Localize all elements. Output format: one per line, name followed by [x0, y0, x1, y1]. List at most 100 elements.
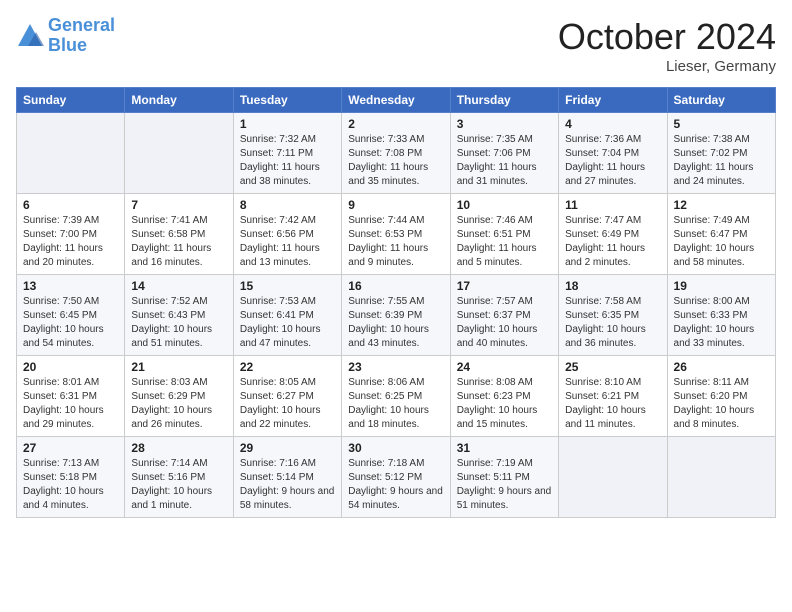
calendar-cell: 13 Sunrise: 7:50 AM Sunset: 6:45 PM Dayli… — [17, 275, 125, 356]
weekday-sunday: Sunday — [17, 88, 125, 113]
title-block: October 2024 Lieser, Germany — [558, 16, 776, 75]
calendar-week-4: 20Sunrise: 8:01 AM Sunset: 6:31 PM Dayli… — [17, 356, 776, 437]
calendar-cell — [667, 437, 775, 518]
weekday-header-row: SundayMondayTuesdayWednesdayThursdayFrid… — [17, 88, 776, 113]
calendar-cell: 25Sunrise: 8:10 AM Sunset: 6:21 PM Dayli… — [559, 356, 667, 437]
calendar-cell: 2 Sunrise: 7:33 AM Sunset: 7:08 PM Daylig… — [342, 113, 450, 194]
day-number: 22 — [240, 360, 335, 374]
day-info: Sunrise: 8:03 AM Sunset: 6:29 PM Dayligh… — [131, 376, 226, 432]
day-number: 14 — [131, 279, 226, 293]
calendar-cell: 16Sunrise: 7:55 AM Sunset: 6:39 PM Dayli… — [342, 275, 450, 356]
day-number: 15 — [240, 279, 335, 293]
weekday-monday: Monday — [125, 88, 233, 113]
calendar-cell: 5 Sunrise: 7:38 AM Sunset: 7:02 PM Daylig… — [667, 113, 775, 194]
page-header: General Blue October 2024 Lieser, German… — [16, 16, 776, 75]
calendar-week-3: 13 Sunrise: 7:50 AM Sunset: 6:45 PM Dayli… — [17, 275, 776, 356]
calendar-cell: 4 Sunrise: 7:36 AM Sunset: 7:04 PM Daylig… — [559, 113, 667, 194]
day-number: 7 — [131, 198, 226, 212]
day-number: 8 — [240, 198, 335, 212]
day-number: 10 — [457, 198, 552, 212]
calendar-cell: 14 Sunrise: 7:52 AM Sunset: 6:43 PM Dayli… — [125, 275, 233, 356]
calendar-cell: 27 Sunrise: 7:13 AM Sunset: 5:18 PM Dayli… — [17, 437, 125, 518]
day-info: Sunrise: 7:58 AM Sunset: 6:35 PM Dayligh… — [565, 295, 660, 351]
calendar-cell: 15Sunrise: 7:53 AM Sunset: 6:41 PM Dayli… — [233, 275, 341, 356]
day-info: Sunrise: 7:41 AM Sunset: 6:58 PM Dayligh… — [131, 214, 226, 270]
calendar-cell: 28Sunrise: 7:14 AM Sunset: 5:16 PM Dayli… — [125, 437, 233, 518]
day-number: 23 — [348, 360, 443, 374]
day-info: Sunrise: 7:33 AM Sunset: 7:08 PM Dayligh… — [348, 133, 443, 189]
calendar-week-5: 27 Sunrise: 7:13 AM Sunset: 5:18 PM Dayli… — [17, 437, 776, 518]
day-number: 27 — [23, 441, 118, 455]
weekday-thursday: Thursday — [450, 88, 558, 113]
calendar-cell: 23 Sunrise: 8:06 AM Sunset: 6:25 PM Dayli… — [342, 356, 450, 437]
day-number: 24 — [457, 360, 552, 374]
day-number: 30 — [348, 441, 443, 455]
calendar-cell — [559, 437, 667, 518]
weekday-wednesday: Wednesday — [342, 88, 450, 113]
day-info: Sunrise: 7:52 AM Sunset: 6:43 PM Dayligh… — [131, 295, 226, 351]
day-number: 25 — [565, 360, 660, 374]
calendar-cell: 7 Sunrise: 7:41 AM Sunset: 6:58 PM Daylig… — [125, 194, 233, 275]
month-title: October 2024 — [558, 16, 776, 58]
calendar-cell: 1 Sunrise: 7:32 AM Sunset: 7:11 PM Daylig… — [233, 113, 341, 194]
day-info: Sunrise: 8:11 AM Sunset: 6:20 PM Dayligh… — [674, 376, 769, 432]
day-number: 26 — [674, 360, 769, 374]
day-info: Sunrise: 8:06 AM Sunset: 6:25 PM Dayligh… — [348, 376, 443, 432]
day-number: 19 — [674, 279, 769, 293]
calendar-cell: 10 Sunrise: 7:46 AM Sunset: 6:51 PM Dayli… — [450, 194, 558, 275]
calendar-cell: 29Sunrise: 7:16 AM Sunset: 5:14 PM Dayli… — [233, 437, 341, 518]
day-number: 16 — [348, 279, 443, 293]
day-number: 18 — [565, 279, 660, 293]
day-number: 2 — [348, 117, 443, 131]
location: Lieser, Germany — [558, 58, 776, 75]
calendar-cell: 24 Sunrise: 8:08 AM Sunset: 6:23 PM Dayli… — [450, 356, 558, 437]
logo-icon — [16, 22, 44, 50]
day-number: 6 — [23, 198, 118, 212]
day-number: 4 — [565, 117, 660, 131]
calendar-cell: 9 Sunrise: 7:44 AM Sunset: 6:53 PM Daylig… — [342, 194, 450, 275]
day-info: Sunrise: 7:50 AM Sunset: 6:45 PM Dayligh… — [23, 295, 118, 351]
calendar-week-2: 6Sunrise: 7:39 AM Sunset: 7:00 PM Daylig… — [17, 194, 776, 275]
calendar-cell: 30 Sunrise: 7:18 AM Sunset: 5:12 PM Dayli… — [342, 437, 450, 518]
calendar-cell: 22 Sunrise: 8:05 AM Sunset: 6:27 PM Dayli… — [233, 356, 341, 437]
day-number: 13 — [23, 279, 118, 293]
logo-text: General Blue — [48, 16, 115, 56]
day-info: Sunrise: 7:47 AM Sunset: 6:49 PM Dayligh… — [565, 214, 660, 270]
day-info: Sunrise: 7:44 AM Sunset: 6:53 PM Dayligh… — [348, 214, 443, 270]
calendar-cell: 8 Sunrise: 7:42 AM Sunset: 6:56 PM Daylig… — [233, 194, 341, 275]
calendar-cell: 20Sunrise: 8:01 AM Sunset: 6:31 PM Dayli… — [17, 356, 125, 437]
day-number: 3 — [457, 117, 552, 131]
day-info: Sunrise: 7:42 AM Sunset: 6:56 PM Dayligh… — [240, 214, 335, 270]
day-info: Sunrise: 7:46 AM Sunset: 6:51 PM Dayligh… — [457, 214, 552, 270]
logo: General Blue — [16, 16, 115, 56]
calendar-cell — [17, 113, 125, 194]
day-info: Sunrise: 7:13 AM Sunset: 5:18 PM Dayligh… — [23, 457, 118, 513]
day-number: 17 — [457, 279, 552, 293]
calendar-cell: 11Sunrise: 7:47 AM Sunset: 6:49 PM Dayli… — [559, 194, 667, 275]
day-info: Sunrise: 8:05 AM Sunset: 6:27 PM Dayligh… — [240, 376, 335, 432]
weekday-saturday: Saturday — [667, 88, 775, 113]
day-number: 1 — [240, 117, 335, 131]
day-number: 29 — [240, 441, 335, 455]
calendar-week-1: 1 Sunrise: 7:32 AM Sunset: 7:11 PM Daylig… — [17, 113, 776, 194]
weekday-tuesday: Tuesday — [233, 88, 341, 113]
day-number: 21 — [131, 360, 226, 374]
day-number: 9 — [348, 198, 443, 212]
calendar-body: 1 Sunrise: 7:32 AM Sunset: 7:11 PM Daylig… — [17, 113, 776, 518]
day-info: Sunrise: 7:38 AM Sunset: 7:02 PM Dayligh… — [674, 133, 769, 189]
day-info: Sunrise: 8:08 AM Sunset: 6:23 PM Dayligh… — [457, 376, 552, 432]
day-number: 5 — [674, 117, 769, 131]
day-info: Sunrise: 7:14 AM Sunset: 5:16 PM Dayligh… — [131, 457, 226, 513]
calendar-cell: 21 Sunrise: 8:03 AM Sunset: 6:29 PM Dayli… — [125, 356, 233, 437]
day-info: Sunrise: 7:36 AM Sunset: 7:04 PM Dayligh… — [565, 133, 660, 189]
day-info: Sunrise: 7:18 AM Sunset: 5:12 PM Dayligh… — [348, 457, 443, 513]
calendar-cell: 6Sunrise: 7:39 AM Sunset: 7:00 PM Daylig… — [17, 194, 125, 275]
calendar-table: SundayMondayTuesdayWednesdayThursdayFrid… — [16, 87, 776, 518]
day-info: Sunrise: 7:19 AM Sunset: 5:11 PM Dayligh… — [457, 457, 552, 513]
weekday-friday: Friday — [559, 88, 667, 113]
day-info: Sunrise: 8:00 AM Sunset: 6:33 PM Dayligh… — [674, 295, 769, 351]
calendar-cell: 3Sunrise: 7:35 AM Sunset: 7:06 PM Daylig… — [450, 113, 558, 194]
day-info: Sunrise: 7:32 AM Sunset: 7:11 PM Dayligh… — [240, 133, 335, 189]
day-info: Sunrise: 8:01 AM Sunset: 6:31 PM Dayligh… — [23, 376, 118, 432]
calendar-cell: 17Sunrise: 7:57 AM Sunset: 6:37 PM Dayli… — [450, 275, 558, 356]
